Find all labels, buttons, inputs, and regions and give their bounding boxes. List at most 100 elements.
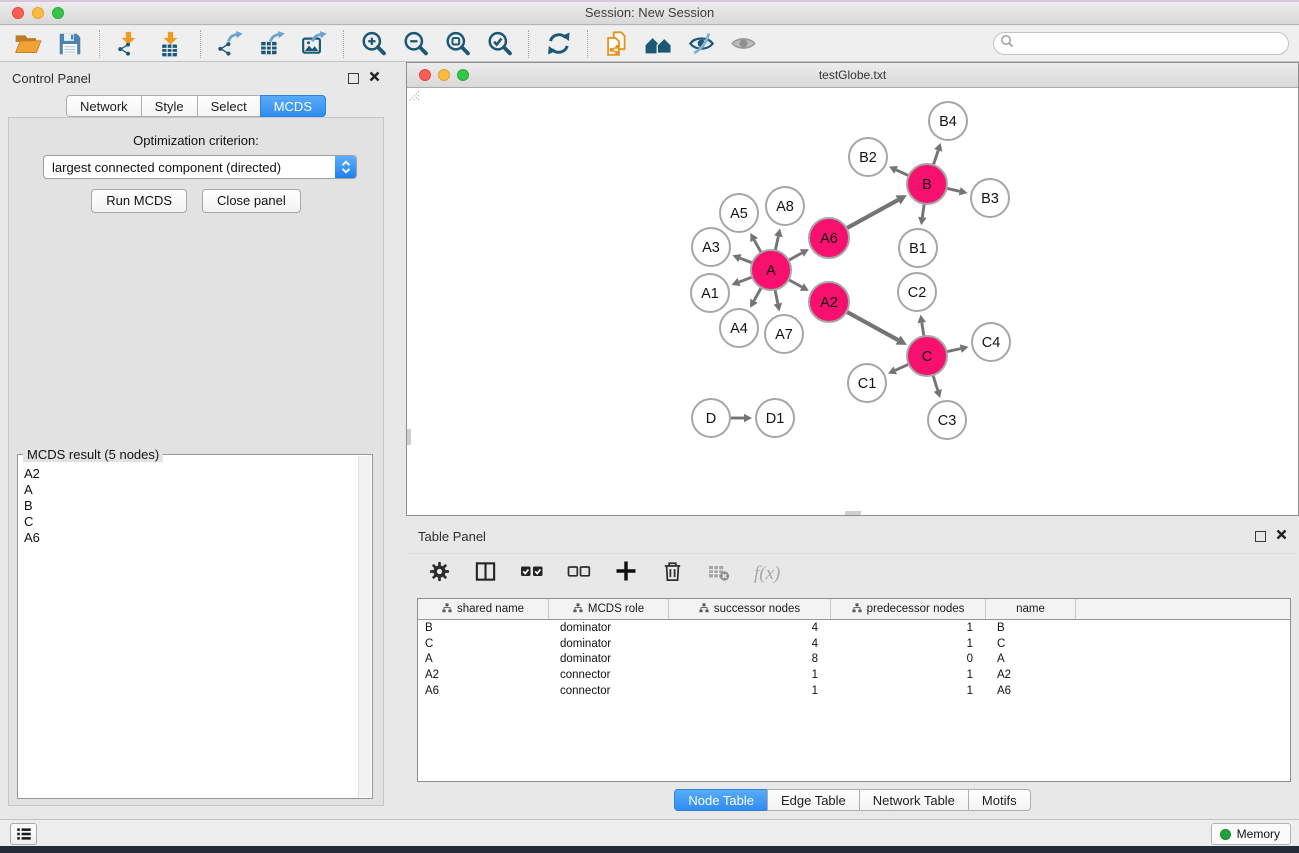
cell[interactable]: connector <box>549 669 669 681</box>
node-A6[interactable]: A6 <box>809 218 849 258</box>
open-session-button[interactable] <box>10 29 46 59</box>
export-table-button[interactable] <box>254 29 290 59</box>
refresh-button[interactable] <box>540 29 576 59</box>
tab-network-table[interactable]: Network Table <box>859 789 969 811</box>
cell[interactable]: 1 <box>831 638 986 650</box>
network-close-button[interactable] <box>419 69 431 81</box>
edge-C-C3[interactable] <box>933 375 942 398</box>
node-A2[interactable]: A2 <box>809 282 849 322</box>
home-button[interactable] <box>641 29 677 59</box>
result-item-a[interactable]: A <box>19 482 358 498</box>
node-B1[interactable]: B1 <box>899 229 937 267</box>
node-D1[interactable]: D1 <box>756 399 794 437</box>
split-panel-button[interactable] <box>474 560 497 588</box>
show-panel-button[interactable] <box>725 29 761 59</box>
edge-A-A5[interactable] <box>750 233 761 253</box>
canvas-vscroll-thumb[interactable] <box>407 429 411 445</box>
cell[interactable]: 1 <box>831 669 986 681</box>
cell[interactable]: C <box>418 638 549 650</box>
column-header-shared-name[interactable]: shared name <box>418 599 549 619</box>
node-A7[interactable]: A7 <box>765 315 803 353</box>
hide-panel-button[interactable] <box>683 29 719 59</box>
zoom-in-button[interactable] <box>355 29 391 59</box>
column-header-MCDS-role[interactable]: MCDS role <box>549 599 669 619</box>
result-scrollbar[interactable] <box>358 456 371 797</box>
deselect-all-button[interactable] <box>567 559 591 588</box>
cell[interactable]: 8 <box>669 653 831 665</box>
node-A3[interactable]: A3 <box>692 228 730 266</box>
edge-A-A1[interactable] <box>732 277 753 286</box>
node-A8[interactable]: A8 <box>766 187 804 225</box>
settings-button[interactable] <box>428 560 451 588</box>
table-row[interactable]: A6connector11A6 <box>418 683 1290 699</box>
tab-node-table[interactable]: Node Table <box>674 789 768 811</box>
cell[interactable]: A6 <box>418 685 549 697</box>
result-item-a6[interactable]: A6 <box>19 530 358 546</box>
select-all-button[interactable] <box>520 559 544 588</box>
node-C1[interactable]: C1 <box>848 364 886 402</box>
close-panel-icon[interactable] <box>1276 527 1287 545</box>
result-item-c[interactable]: C <box>19 514 358 530</box>
export-image-button[interactable] <box>296 29 332 59</box>
add-column-button[interactable] <box>614 559 638 588</box>
edge-A-A8[interactable] <box>774 228 782 250</box>
table-row[interactable]: A2connector11A2 <box>418 667 1290 683</box>
canvas-hscroll-thumb[interactable] <box>845 511 861 515</box>
table-row[interactable]: Adominator80A <box>418 652 1290 668</box>
search-input[interactable] <box>1014 37 1282 51</box>
edge-A2-C[interactable] <box>847 312 907 345</box>
node-A1[interactable]: A1 <box>691 274 729 312</box>
edge-A-A3[interactable] <box>732 254 752 263</box>
edge-A6-B[interactable] <box>847 195 907 228</box>
cell[interactable]: connector <box>549 685 669 697</box>
float-panel-icon[interactable] <box>1255 531 1266 542</box>
cell[interactable]: 0 <box>831 653 986 665</box>
cell[interactable]: A <box>418 653 549 665</box>
result-item-a2[interactable]: A2 <box>19 466 358 482</box>
task-history-button[interactable] <box>10 823 37 845</box>
network-minimize-button[interactable] <box>438 69 450 81</box>
node-B4[interactable]: B4 <box>929 102 967 140</box>
edge-B-B1[interactable] <box>918 204 927 225</box>
tab-motifs[interactable]: Motifs <box>968 789 1031 811</box>
cell[interactable]: A2 <box>986 669 1076 681</box>
import-table-button[interactable] <box>153 29 189 59</box>
edge-B-B2[interactable] <box>889 166 909 176</box>
tab-edge-table[interactable]: Edge Table <box>767 789 860 811</box>
node-C4[interactable]: C4 <box>972 323 1010 361</box>
edge-B-B4[interactable] <box>933 143 942 165</box>
node-A4[interactable]: A4 <box>720 309 758 347</box>
cell[interactable]: 1 <box>831 622 986 634</box>
edge-D-D1[interactable] <box>731 414 752 423</box>
close-panel-button[interactable]: Close panel <box>202 189 301 213</box>
cell[interactable]: dominator <box>549 653 669 665</box>
tab-network[interactable]: Network <box>66 95 142 117</box>
network-canvas[interactable]: B4B2BB3A5A8A6A3B1AA1C2A2A4A7C4CC1C3DD1 <box>407 89 1298 515</box>
cell[interactable]: dominator <box>549 622 669 634</box>
cell[interactable]: A2 <box>418 669 549 681</box>
close-window-button[interactable] <box>12 7 24 19</box>
cell[interactable]: C <box>986 638 1076 650</box>
export-network-button[interactable] <box>212 29 248 59</box>
node-A5[interactable]: A5 <box>720 194 758 232</box>
edge-A-A7[interactable] <box>774 290 782 312</box>
cell[interactable]: 1 <box>669 685 831 697</box>
edge-C-C4[interactable] <box>947 344 969 352</box>
node-D[interactable]: D <box>692 399 730 437</box>
edge-A-A2[interactable] <box>789 280 809 291</box>
network-maximize-button[interactable] <box>457 69 469 81</box>
edge-C-C2[interactable] <box>918 315 926 337</box>
node-C3[interactable]: C3 <box>928 401 966 439</box>
column-header-name[interactable]: name <box>986 599 1076 619</box>
edge-A-A4[interactable] <box>750 288 761 308</box>
node-C2[interactable]: C2 <box>898 273 936 311</box>
search-box[interactable] <box>993 32 1289 55</box>
node-A[interactable]: A <box>751 250 791 290</box>
zoom-fit-button[interactable] <box>439 29 475 59</box>
import-network-button[interactable] <box>111 29 147 59</box>
edge-C-C1[interactable] <box>888 364 909 374</box>
edge-B-B3[interactable] <box>947 187 968 195</box>
cell[interactable]: 1 <box>831 685 986 697</box>
tab-style[interactable]: Style <box>141 95 198 117</box>
float-panel-icon[interactable] <box>348 73 359 84</box>
